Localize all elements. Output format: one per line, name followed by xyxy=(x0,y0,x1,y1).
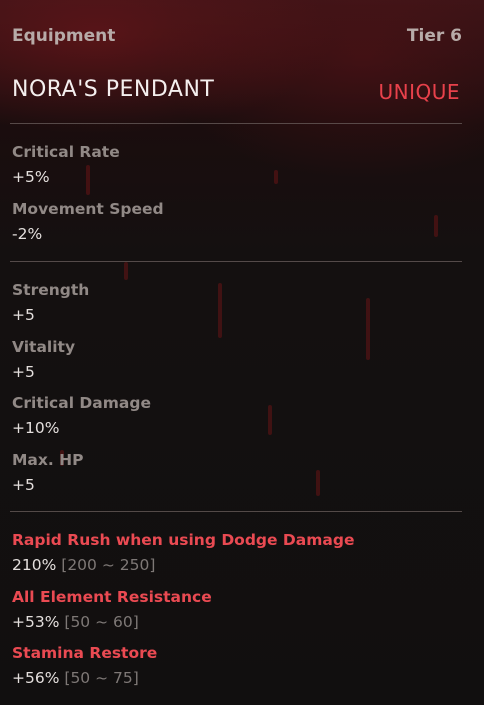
stat-value: -2% xyxy=(12,224,43,243)
stat-row: Critical Damage +10% xyxy=(12,393,151,450)
background-streak xyxy=(218,283,222,338)
stat-value: +10% xyxy=(12,419,60,437)
item-tooltip: Equipment Tier 6 NORA'S PENDANT UNIQUE C… xyxy=(0,0,484,705)
item-tier: Tier 6 xyxy=(406,26,462,46)
stat-value: +5% xyxy=(12,168,50,186)
background-streak xyxy=(268,405,272,435)
stat-range: [200 ~ 250] xyxy=(61,556,156,574)
stat-value: +5 xyxy=(12,475,35,494)
stat-value: +56% xyxy=(12,669,60,687)
stat-name: Strength xyxy=(12,281,90,299)
stat-name: All Element Resistance xyxy=(12,587,212,606)
divider xyxy=(10,123,462,124)
rarity-badge: UNIQUE xyxy=(378,80,460,104)
stat-value: +5 xyxy=(12,362,35,381)
primary-stats: Critical Rate +5% Movement Speed -2% xyxy=(12,142,164,255)
secondary-stats: Strength +5 Vitality +5 Critical Damage … xyxy=(12,280,151,506)
stat-row: Vitality +5 xyxy=(12,337,151,394)
stat-row: Critical Rate +5% xyxy=(12,142,164,199)
stat-name: Rapid Rush when using Dodge Damage xyxy=(12,531,355,549)
special-stat-row: Stamina Restore +56% [50 ~ 75] xyxy=(12,643,354,700)
stat-value-line: 210% [200 ~ 250] xyxy=(12,555,354,575)
stat-name: Movement Speed xyxy=(12,199,164,218)
stat-row: Strength +5 xyxy=(12,280,151,337)
stat-value-line: +53% [50 ~ 60] xyxy=(12,612,354,632)
stat-name: Critical Rate xyxy=(12,143,120,161)
background-streak xyxy=(434,215,438,237)
stat-name: Max. HP xyxy=(12,450,84,469)
stat-name: Vitality xyxy=(12,337,76,356)
stat-name: Critical Damage xyxy=(12,394,151,412)
stat-range: [50 ~ 60] xyxy=(64,612,139,631)
special-stat-row: Rapid Rush when using Dodge Damage 210% … xyxy=(12,530,354,587)
divider xyxy=(10,511,462,512)
stat-value-line: +56% [50 ~ 75] xyxy=(12,668,354,688)
stat-row: Max. HP +5 xyxy=(12,450,151,507)
background-streak xyxy=(316,470,320,496)
tooltip-header: Equipment Tier 6 xyxy=(12,26,462,50)
background-streak xyxy=(366,298,370,360)
special-stats: Rapid Rush when using Dodge Damage 210% … xyxy=(12,530,354,700)
special-stat-row: All Element Resistance +53% [50 ~ 60] xyxy=(12,587,354,644)
stat-range: [50 ~ 75] xyxy=(64,669,139,687)
background-streak xyxy=(124,262,128,280)
divider xyxy=(10,261,462,262)
item-name: NORA'S PENDANT xyxy=(12,77,215,102)
background-streak xyxy=(274,170,278,184)
stat-value: +5 xyxy=(12,306,35,324)
item-category: Equipment xyxy=(12,26,116,46)
stat-value: 210% xyxy=(12,556,57,574)
stat-value: +53% xyxy=(12,612,60,631)
stat-row: Movement Speed -2% xyxy=(12,199,164,256)
stat-name: Stamina Restore xyxy=(12,644,158,662)
